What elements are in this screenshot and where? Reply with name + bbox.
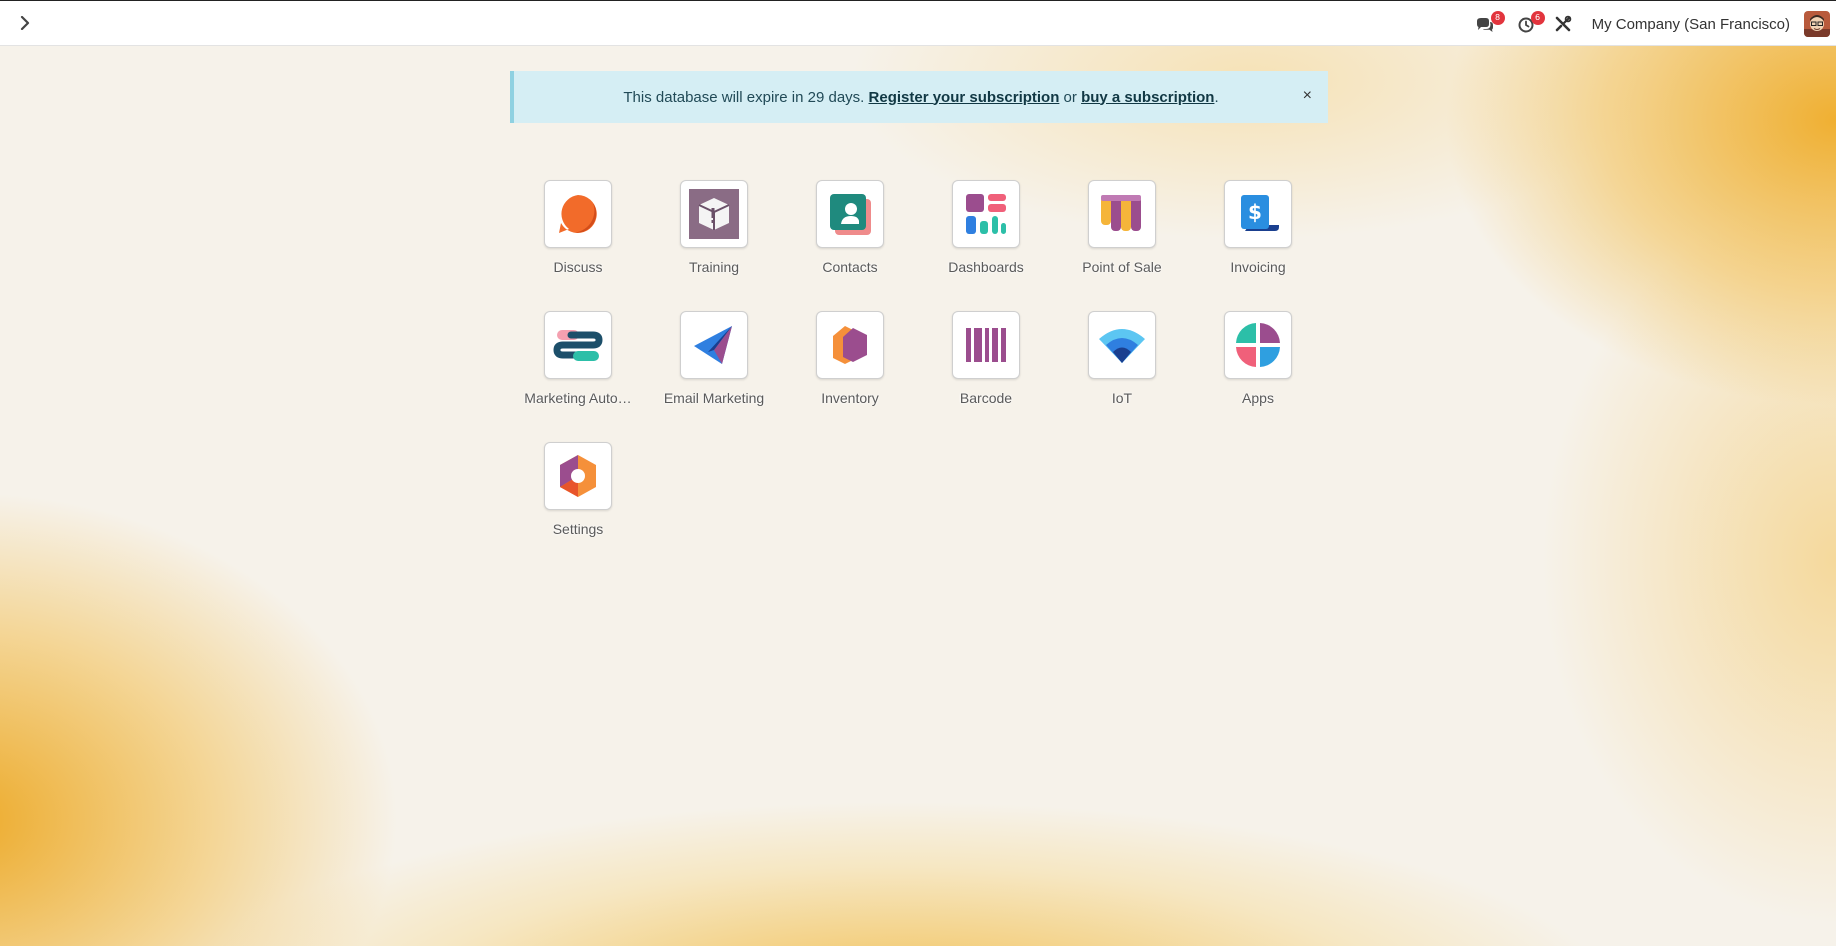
banner-text-end: . (1214, 88, 1219, 106)
invoice-icon: $ (1224, 180, 1292, 248)
close-icon[interactable]: × (1303, 88, 1312, 104)
shop-awning-icon (1088, 180, 1156, 248)
app-label: Point of Sale (1082, 259, 1162, 275)
app-label: Email Marketing (663, 390, 765, 406)
activities-badge: 6 (1530, 11, 1545, 25)
tools-icon (1555, 15, 1571, 32)
register-subscription-link[interactable]: Register your subscription (869, 89, 1060, 106)
messages-button[interactable]: 8 (1474, 1, 1508, 47)
training-icon (680, 180, 748, 248)
app-settings[interactable]: Settings (510, 442, 646, 537)
app-dashboards[interactable]: Dashboards (918, 180, 1054, 275)
buy-subscription-link[interactable]: buy a subscription (1081, 89, 1214, 106)
paper-plane-icon (680, 311, 748, 379)
debug-tools-button[interactable] (1554, 1, 1578, 47)
wifi-icon (1088, 311, 1156, 379)
messages-badge: 8 (1490, 11, 1505, 25)
app-discuss[interactable]: Discuss (510, 180, 646, 275)
app-label: IoT (1111, 390, 1133, 406)
app-marketing-automation[interactable]: Marketing Auto… (510, 311, 646, 406)
marketing-automation-icon (544, 311, 612, 379)
app-label: Training (688, 259, 740, 275)
app-point-of-sale[interactable]: Point of Sale (1054, 180, 1190, 275)
app-label: Dashboards (948, 259, 1024, 275)
app-barcode[interactable]: Barcode (918, 311, 1054, 406)
contacts-icon (816, 180, 884, 248)
app-email-marketing[interactable]: Email Marketing (646, 311, 782, 406)
banner-text: This database will expire in 29 days. (623, 88, 869, 106)
apps-icon (1224, 311, 1292, 379)
settings-icon (544, 442, 612, 510)
app-apps[interactable]: Apps (1190, 311, 1326, 406)
database-expiration-banner: This database will expire in 29 days. Re… (510, 71, 1328, 123)
app-training[interactable]: Training (646, 180, 782, 275)
app-inventory[interactable]: Inventory (782, 311, 918, 406)
company-switcher[interactable]: My Company (San Francisco) (1592, 16, 1790, 33)
discuss-icon (544, 180, 612, 248)
app-contacts[interactable]: Contacts (782, 180, 918, 275)
app-label: Settings (552, 521, 604, 537)
top-navbar: 8 6 My Company (San Francisco) (0, 0, 1836, 46)
app-iot[interactable]: IoT (1054, 311, 1190, 406)
systray: 8 6 My Company (San Francisco) (1474, 1, 1836, 47)
app-label: Inventory (821, 390, 879, 406)
banner-text-or: or (1059, 88, 1082, 106)
app-label: Contacts (822, 259, 878, 275)
app-label: Invoicing (1230, 259, 1286, 275)
svg-text:$: $ (1248, 200, 1262, 224)
app-label: Marketing Auto… (524, 390, 632, 406)
app-invoicing[interactable]: $ Invoicing (1190, 180, 1326, 275)
app-label: Discuss (553, 259, 603, 275)
chevron-right-icon[interactable] (14, 12, 36, 34)
activities-button[interactable]: 6 (1516, 1, 1550, 47)
app-label: Apps (1242, 390, 1274, 406)
inventory-box-icon (816, 311, 884, 379)
dashboards-icon (952, 180, 1020, 248)
barcode-icon (952, 311, 1020, 379)
app-label: Barcode (959, 390, 1013, 406)
user-avatar[interactable] (1804, 11, 1830, 37)
